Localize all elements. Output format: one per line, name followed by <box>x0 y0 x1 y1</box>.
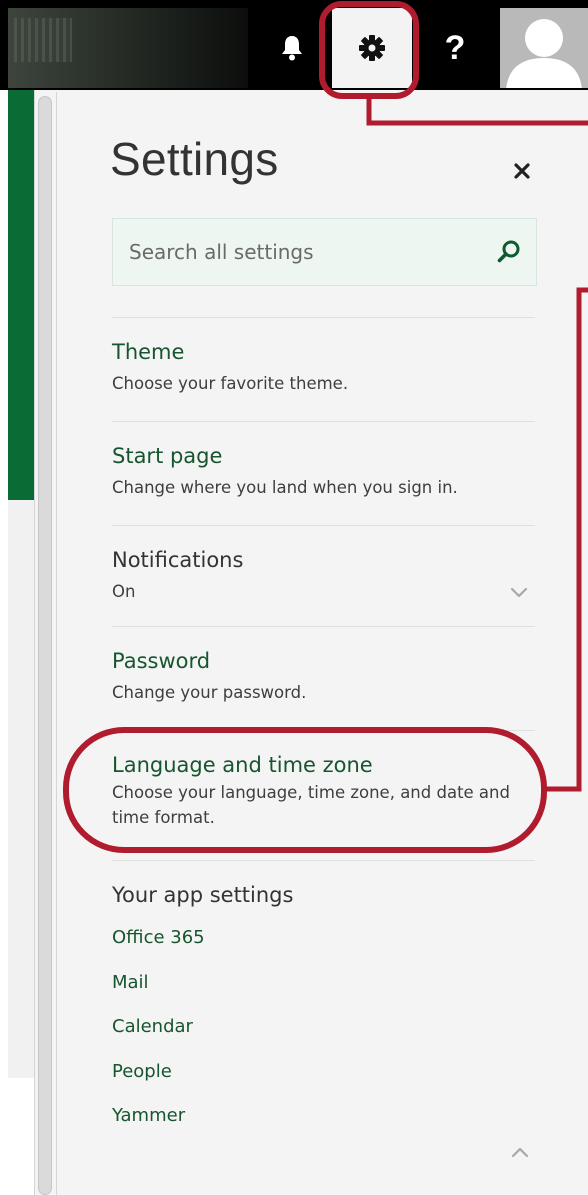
search-button[interactable] <box>496 239 522 265</box>
gear-icon <box>359 35 385 61</box>
bell-icon <box>282 36 302 61</box>
setting-description: Change your password. <box>112 683 307 702</box>
person-icon <box>506 19 582 88</box>
divider <box>112 626 535 627</box>
setting-theme[interactable]: Theme Choose your favorite theme. <box>112 340 552 396</box>
setting-start-page[interactable]: Start page Change where you land when yo… <box>112 444 552 500</box>
search-box[interactable] <box>112 218 537 286</box>
divider <box>112 421 535 422</box>
app-link-office-365[interactable]: Office 365 <box>112 927 205 948</box>
setting-title: Notifications <box>112 548 244 572</box>
search-icon <box>497 240 520 263</box>
setting-description: Choose your language, time zone, and dat… <box>112 783 510 827</box>
help-button[interactable]: ? <box>416 8 494 88</box>
app-navigation-strip <box>8 90 34 500</box>
setting-title: Theme <box>112 340 185 364</box>
page-background <box>8 500 34 1078</box>
setting-language-time-zone[interactable]: Language and time zone Choose your langu… <box>112 753 512 830</box>
scrollbar[interactable] <box>38 96 52 1195</box>
setting-description: Change where you land when you sign in. <box>112 478 458 497</box>
divider <box>112 525 535 526</box>
divider <box>112 860 535 861</box>
notifications-button[interactable] <box>252 8 332 88</box>
settings-button[interactable] <box>332 8 412 88</box>
divider <box>112 317 535 318</box>
chevron-down-icon[interactable] <box>510 585 528 599</box>
app-link-yammer[interactable]: Yammer <box>112 1105 185 1126</box>
header-banner-image <box>8 8 248 88</box>
setting-title: Language and time zone <box>112 753 373 777</box>
help-icon: ? <box>444 28 466 67</box>
app-link-mail[interactable]: Mail <box>112 972 149 993</box>
divider <box>112 730 535 731</box>
app-link-people[interactable]: People <box>112 1061 172 1082</box>
page-title: Settings <box>110 133 279 185</box>
top-bar: ? <box>0 0 588 90</box>
close-icon <box>514 163 530 179</box>
panel-divider <box>56 92 57 1195</box>
app-link-calendar[interactable]: Calendar <box>112 1016 193 1037</box>
search-input[interactable] <box>129 240 489 264</box>
setting-title: Start page <box>112 444 223 468</box>
avatar[interactable] <box>500 8 588 88</box>
setting-password[interactable]: Password Change your password. <box>112 649 552 705</box>
setting-title: Password <box>112 649 211 673</box>
setting-description: Choose your favorite theme. <box>112 374 349 393</box>
close-button[interactable] <box>507 156 537 186</box>
setting-notifications[interactable]: Notifications On <box>112 548 552 604</box>
app-settings-heading: Your app settings <box>112 883 294 907</box>
setting-value: On <box>112 582 136 601</box>
chevron-up-icon[interactable] <box>511 1145 529 1159</box>
